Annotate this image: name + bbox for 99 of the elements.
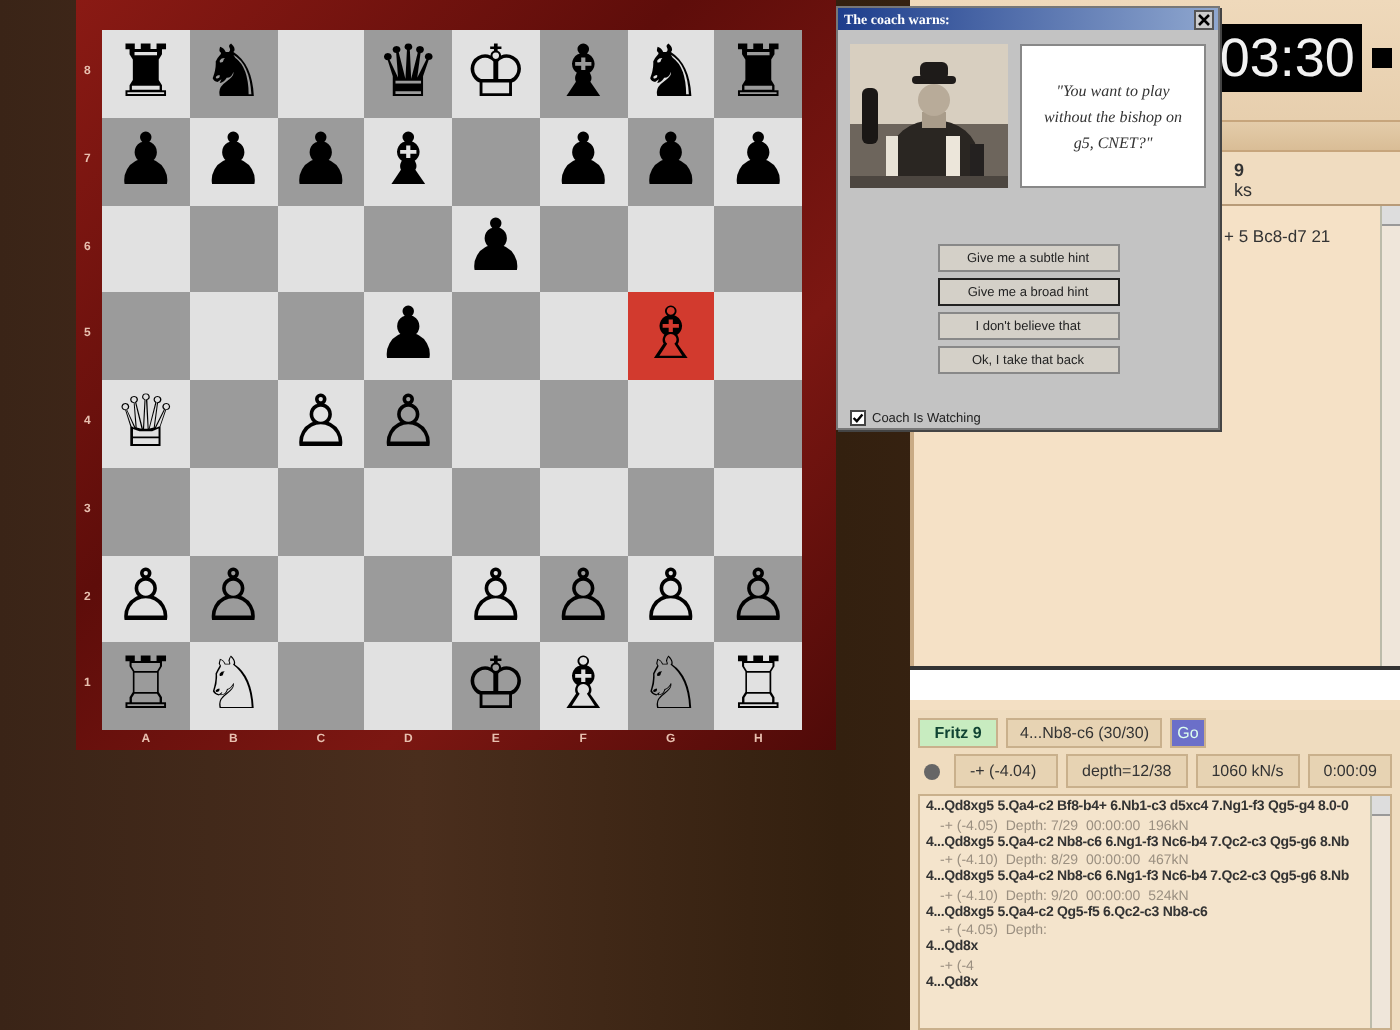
board-square[interactable]: ♖ <box>714 642 802 730</box>
chess-piece[interactable]: ♙ <box>638 562 704 635</box>
scrollbar[interactable] <box>1370 796 1391 1028</box>
chess-piece[interactable]: ♟ <box>200 125 266 198</box>
highlighted-square[interactable]: ♗ <box>627 292 715 380</box>
board-square[interactable]: ♙ <box>364 380 452 468</box>
board-square[interactable]: ♙ <box>189 555 277 643</box>
checkbox[interactable] <box>850 410 866 426</box>
chess-piece[interactable]: ♔ <box>463 650 529 723</box>
board-square[interactable]: ♟ <box>627 117 715 205</box>
board-square[interactable] <box>277 642 365 730</box>
board-square[interactable]: ♖ <box>102 642 190 730</box>
board-square[interactable]: ♞ <box>189 30 277 118</box>
chess-piece[interactable]: ♟ <box>113 125 179 198</box>
chess-piece[interactable]: ♙ <box>113 562 179 635</box>
board-square[interactable]: ♟ <box>189 117 277 205</box>
chess-piece[interactable]: ♘ <box>638 650 704 723</box>
board-square[interactable]: ♜ <box>714 30 802 118</box>
chess-piece[interactable]: ♝ <box>550 37 616 110</box>
chess-piece[interactable]: ♟ <box>550 125 616 198</box>
board-square[interactable]: ♕ <box>102 380 190 468</box>
board-square[interactable]: ♟ <box>539 117 627 205</box>
board-square[interactable] <box>627 380 715 468</box>
chess-piece[interactable]: ♘ <box>200 650 266 723</box>
board-square[interactable]: ♜ <box>102 30 190 118</box>
board-square[interactable]: ♟ <box>102 117 190 205</box>
board-square[interactable]: ♟ <box>452 205 540 293</box>
board-square[interactable]: ♝ <box>539 30 627 118</box>
board-square[interactable] <box>364 205 452 293</box>
chess-piece[interactable]: ♙ <box>200 562 266 635</box>
chess-piece[interactable]: ♞ <box>638 37 704 110</box>
board-square[interactable] <box>189 205 277 293</box>
chess-piece[interactable]: ♙ <box>725 562 791 635</box>
board-square[interactable] <box>539 205 627 293</box>
move-notation: + 5 Bc8-d7 21 <box>1224 226 1331 246</box>
input-field[interactable] <box>910 666 1400 700</box>
move-button[interactable]: 4...Nb8-c6 (30/30) <box>1006 718 1162 748</box>
dot-icon[interactable] <box>924 763 940 779</box>
board-square[interactable]: ♘ <box>627 642 715 730</box>
board-square[interactable]: ♟ <box>277 117 365 205</box>
coach-quote: "You want to play without the bishop on g5, CNET?" <box>1020 44 1206 188</box>
board-square[interactable]: ♙ <box>627 555 715 643</box>
chess-piece[interactable]: ♖ <box>113 650 179 723</box>
chess-piece[interactable]: ♕ <box>113 387 179 460</box>
scrollbar[interactable] <box>1380 206 1400 666</box>
board-square[interactable]: ♔ <box>452 30 540 118</box>
board-square[interactable]: ♙ <box>277 380 365 468</box>
board-square[interactable] <box>627 205 715 293</box>
chess-piece[interactable]: ♟ <box>463 212 529 285</box>
board-square[interactable] <box>102 205 190 293</box>
panel-subheading: ks <box>1234 180 1254 200</box>
evaluation-display: -+ (-4.04) <box>954 754 1058 788</box>
board-square[interactable] <box>277 205 365 293</box>
chess-piece[interactable]: ♟ <box>288 125 354 198</box>
engine-button[interactable]: Fritz 9 <box>918 718 998 748</box>
chess-piece[interactable]: ♙ <box>375 387 441 460</box>
time-display: 0:00:09 <box>1307 754 1393 788</box>
board-square[interactable] <box>189 467 277 555</box>
panel-heading: 9 <box>1234 160 1247 180</box>
chess-piece[interactable]: ♞ <box>200 37 266 110</box>
chess-piece[interactable]: ♟ <box>725 125 791 198</box>
chess-piece[interactable]: ♗ <box>550 650 616 723</box>
square-icon <box>1372 48 1393 68</box>
board-square[interactable]: ♟ <box>714 117 802 205</box>
board-square[interactable]: ♙ <box>714 555 802 643</box>
board-square[interactable] <box>277 292 365 380</box>
chess-piece[interactable]: ♙ <box>288 387 354 460</box>
board-square[interactable]: ♞ <box>627 30 715 118</box>
board-square[interactable] <box>277 555 365 643</box>
chess-piece[interactable]: ♛ <box>375 37 441 110</box>
board-square[interactable] <box>714 205 802 293</box>
chess-piece[interactable]: ♖ <box>725 650 791 723</box>
board-square[interactable]: ♔ <box>452 642 540 730</box>
chess-piece[interactable]: ♜ <box>113 37 179 110</box>
board-square[interactable]: ♛ <box>364 30 452 118</box>
chess-piece[interactable]: ♙ <box>463 562 529 635</box>
board-square[interactable]: ♙ <box>102 555 190 643</box>
board-square[interactable] <box>364 555 452 643</box>
board-square[interactable]: ♘ <box>189 642 277 730</box>
chess-piece[interactable]: ♜ <box>725 37 791 110</box>
board-square[interactable]: ♟ <box>364 292 452 380</box>
depth-display: depth=12/38 <box>1066 754 1188 788</box>
chess-piece[interactable]: ♔ <box>463 37 529 110</box>
chess-piece[interactable]: ♗ <box>638 300 704 373</box>
board-square[interactable]: ♗ <box>539 642 627 730</box>
board-square[interactable]: ♝ <box>364 117 452 205</box>
board-square[interactable] <box>277 467 365 555</box>
board-square[interactable] <box>539 467 627 555</box>
chess-piece[interactable]: ♙ <box>550 562 616 635</box>
go-button[interactable]: Go <box>1170 718 1206 748</box>
speed-display: 1060 kN/s <box>1195 754 1300 788</box>
chess-piece[interactable]: ♟ <box>638 125 704 198</box>
board-square[interactable] <box>627 467 715 555</box>
board-square[interactable]: ♙ <box>539 555 627 643</box>
chess-piece[interactable]: ♟ <box>375 300 441 373</box>
board-square[interactable]: ♙ <box>452 555 540 643</box>
close-icon[interactable] <box>1194 9 1214 29</box>
board-square[interactable] <box>277 30 365 118</box>
chess-piece[interactable]: ♝ <box>375 125 441 198</box>
